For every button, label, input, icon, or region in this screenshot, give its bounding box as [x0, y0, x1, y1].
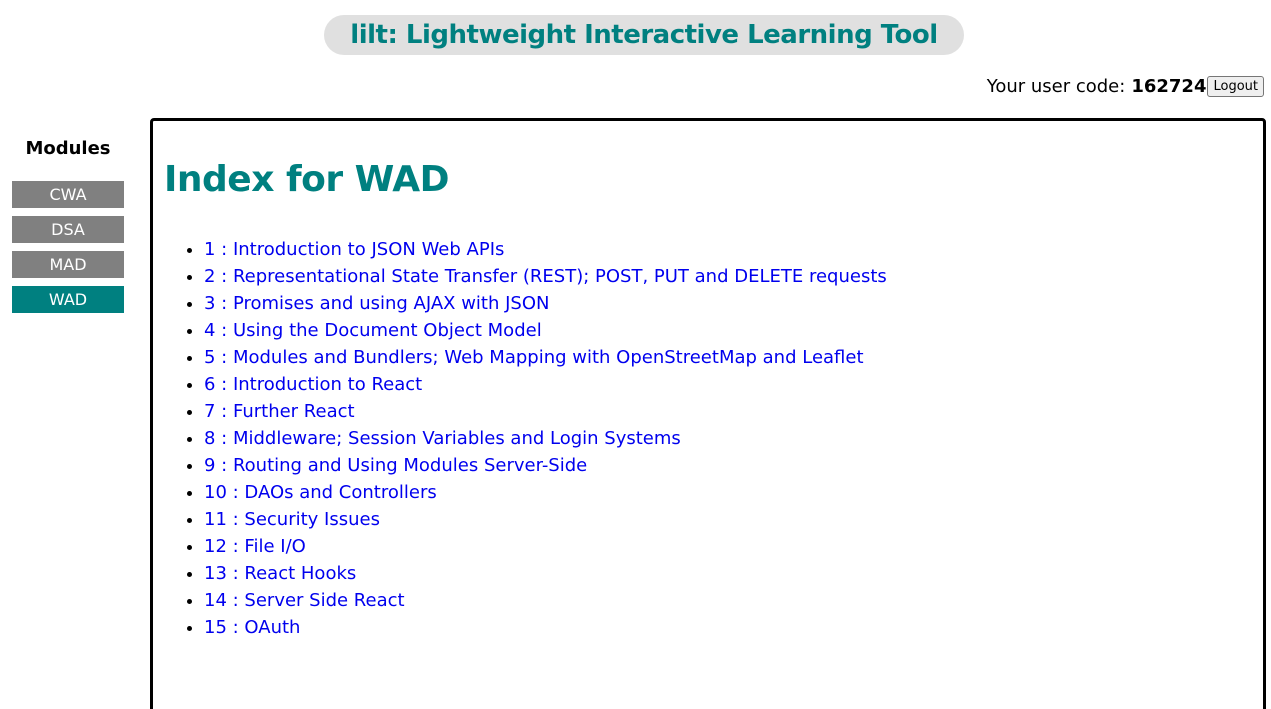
list-item: 6 : Introduction to React	[204, 371, 1263, 398]
lecture-link-11[interactable]: 11 : Security Issues	[204, 509, 380, 530]
lecture-link-14[interactable]: 14 : Server Side React	[204, 590, 405, 611]
lecture-link-8[interactable]: 8 : Middleware; Session Variables and Lo…	[204, 428, 681, 449]
lecture-link-4[interactable]: 4 : Using the Document Object Model	[204, 320, 542, 341]
app-title: lilt: Lightweight Interactive Learning T…	[324, 15, 964, 55]
list-item: 4 : Using the Document Object Model	[204, 317, 1263, 344]
list-item: 1 : Introduction to JSON Web APIs	[204, 236, 1263, 263]
list-item: 13 : React Hooks	[204, 560, 1263, 587]
list-item: 12 : File I/O	[204, 533, 1263, 560]
logout-button[interactable]: Logout	[1207, 76, 1264, 97]
list-item: 15 : OAuth	[204, 614, 1263, 641]
sidebar-item-dsa[interactable]: DSA	[12, 216, 124, 243]
lecture-link-5[interactable]: 5 : Modules and Bundlers; Web Mapping wi…	[204, 347, 864, 368]
sidebar-item-wad[interactable]: WAD	[12, 286, 124, 313]
list-item: 9 : Routing and Using Modules Server-Sid…	[204, 452, 1263, 479]
list-item: 3 : Promises and using AJAX with JSON	[204, 290, 1263, 317]
lecture-list: 1 : Introduction to JSON Web APIs 2 : Re…	[164, 236, 1263, 641]
sidebar-title: Modules	[25, 138, 111, 159]
page: lilt: Lightweight Interactive Learning T…	[0, 0, 1271, 709]
sidebar-item-cwa[interactable]: CWA	[12, 181, 124, 208]
user-code: 162724	[1131, 76, 1207, 97]
sidebar-item-mad[interactable]: MAD	[12, 251, 124, 278]
list-item: 5 : Modules and Bundlers; Web Mapping wi…	[204, 344, 1263, 371]
modules-sidebar: Modules CWA DSA MAD WAD	[12, 138, 124, 321]
list-item: 2 : Representational State Transfer (RES…	[204, 263, 1263, 290]
page-title: Index for WAD	[164, 159, 449, 200]
lecture-link-10[interactable]: 10 : DAOs and Controllers	[204, 482, 437, 503]
lecture-link-3[interactable]: 3 : Promises and using AJAX with JSON	[204, 293, 549, 314]
user-code-label: Your user code:	[986, 76, 1126, 97]
user-bar: Your user code: 162724 Logout	[987, 76, 1264, 97]
list-item: 14 : Server Side React	[204, 587, 1263, 614]
list-item: 11 : Security Issues	[204, 506, 1263, 533]
content-panel: Index for WAD 1 : Introduction to JSON W…	[150, 118, 1266, 709]
lecture-link-1[interactable]: 1 : Introduction to JSON Web APIs	[204, 239, 504, 260]
lecture-link-12[interactable]: 12 : File I/O	[204, 536, 306, 557]
lecture-link-13[interactable]: 13 : React Hooks	[204, 563, 356, 584]
lecture-link-2[interactable]: 2 : Representational State Transfer (RES…	[204, 266, 887, 287]
list-item: 8 : Middleware; Session Variables and Lo…	[204, 425, 1263, 452]
list-item: 7 : Further React	[204, 398, 1263, 425]
lecture-link-7[interactable]: 7 : Further React	[204, 401, 355, 422]
lecture-link-6[interactable]: 6 : Introduction to React	[204, 374, 422, 395]
lecture-link-9[interactable]: 9 : Routing and Using Modules Server-Sid…	[204, 455, 587, 476]
list-item: 10 : DAOs and Controllers	[204, 479, 1263, 506]
lecture-link-15[interactable]: 15 : OAuth	[204, 617, 300, 638]
